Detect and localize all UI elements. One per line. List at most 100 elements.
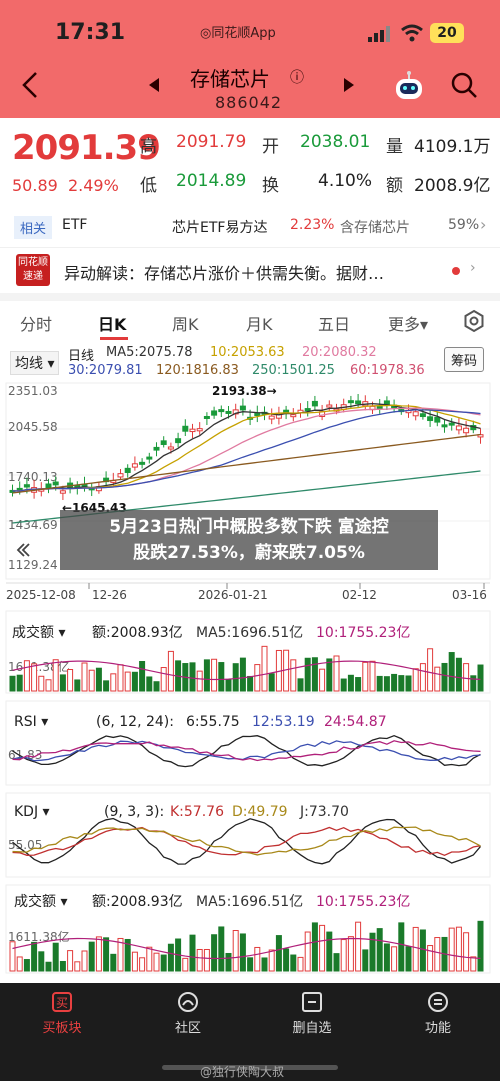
- volume2-amount: 额:2008.93亿: [92, 894, 183, 910]
- volume-bar: [211, 658, 218, 692]
- volume-bar: [9, 675, 16, 692]
- nav-remove-watchlist[interactable]: 删自选: [272, 991, 352, 1036]
- volume-indicator-selector[interactable]: 成交额 ▾: [12, 624, 65, 641]
- info-icon[interactable]: ⓘ: [290, 67, 304, 87]
- candle-body: [455, 425, 462, 431]
- nav-bar: 存储芯片 ⓘ 886042: [0, 55, 500, 115]
- search-icon[interactable]: [450, 71, 478, 99]
- candle-body: [182, 425, 189, 432]
- volume-bar: [362, 661, 369, 692]
- etf2-name[interactable]: 含存储芯片: [340, 217, 410, 237]
- volume2-bar: [398, 922, 405, 972]
- chart-settings-icon[interactable]: [462, 309, 486, 333]
- volume-bar: [45, 679, 52, 692]
- stock-name: 存储芯片: [190, 67, 270, 91]
- quote-value-volume: 4109.1万: [414, 137, 491, 157]
- volume2-bar: [95, 936, 102, 972]
- related-etf-row[interactable]: 相关 ETF 芯片ETF易方达 2.23% 含存储芯片 59% ›: [0, 208, 500, 244]
- news-logo-line1: 同花顺: [18, 257, 48, 268]
- volume-bar: [254, 664, 261, 692]
- tab-weekly-k[interactable]: 周K: [172, 311, 199, 335]
- rsi-6: 6:55.75: [186, 714, 240, 730]
- candle-body: [412, 411, 419, 417]
- section-divider: [0, 293, 500, 301]
- candle-body: [218, 409, 225, 413]
- kline-chart-area[interactable]: 均线 ▾ 日线 MA5:2075.78 10:2053.63 20:2080.3…: [0, 341, 500, 981]
- volume-bar: [117, 664, 124, 692]
- next-stock-icon[interactable]: [342, 77, 356, 93]
- news-overlay-banner[interactable]: 5月23日热门中概股多数下跌 富途控 股跌27.53%，蔚来跌7.05%: [60, 510, 438, 570]
- volume2-indicator-selector[interactable]: 成交额 ▾: [14, 893, 67, 910]
- news-ticker[interactable]: 同花顺 速递 异动解读：存储芯片涨价＋供需失衡。据财… ›: [0, 247, 500, 291]
- kdj-indicator-selector[interactable]: KDJ ▾: [14, 804, 50, 820]
- volume2-bar: [470, 956, 477, 972]
- volume2-bar: [297, 956, 304, 972]
- previous-stock-icon[interactable]: [147, 77, 161, 93]
- volume2-bar: [419, 929, 426, 972]
- home-indicator: [162, 1065, 338, 1070]
- ma10-line: [12, 404, 481, 492]
- nav-community[interactable]: 社区: [148, 991, 228, 1036]
- unread-dot-icon: [452, 267, 460, 275]
- robot-assistant-icon[interactable]: [393, 71, 425, 101]
- volume2-bar: [290, 954, 297, 972]
- tab-five-day[interactable]: 五日: [318, 311, 350, 335]
- volume2-bar: [203, 948, 210, 972]
- tab-intraday[interactable]: 分时: [20, 311, 52, 335]
- volume-bar: [67, 669, 74, 692]
- tab-more[interactable]: 更多▾: [388, 311, 428, 335]
- volume-bar: [355, 677, 362, 692]
- nav-function[interactable]: 功能: [398, 991, 478, 1036]
- collapse-arrow-icon[interactable]: [12, 539, 34, 561]
- tab-monthly-k[interactable]: 月K: [246, 311, 273, 335]
- period-tabs: 分时 日K 周K 月K 五日 更多▾: [0, 301, 500, 341]
- back-arrow-icon[interactable]: [20, 71, 40, 99]
- volume2-bar: [31, 941, 38, 972]
- quote-label-amount: 额: [386, 176, 403, 196]
- source-app-label[interactable]: ◎同花顺App: [200, 22, 276, 41]
- volume2-bar: [391, 946, 398, 972]
- volume2-bar: [67, 950, 74, 972]
- volume-bars: [9, 645, 484, 692]
- volume2-bar: [405, 946, 412, 972]
- rsi-indicator-selector[interactable]: RSI ▾: [14, 714, 48, 730]
- etf2-percent: 59%: [448, 217, 480, 233]
- volume-bar: [59, 674, 66, 692]
- overlay-line2: 股跌27.53%，蔚来跌7.05%: [133, 543, 365, 563]
- tab-daily-k[interactable]: 日K: [98, 311, 126, 335]
- news-more-arrow-icon[interactable]: ›: [470, 260, 476, 276]
- volume-bar: [88, 669, 95, 692]
- etf-name[interactable]: 芯片ETF易方达: [172, 217, 267, 237]
- candle-body: [225, 410, 232, 414]
- volume-bar: [383, 676, 390, 692]
- bottom-navigation: 买 买板块 社区 删自选 功能 @独行侠陶大叔: [0, 983, 500, 1081]
- volume-bar: [463, 663, 470, 692]
- buy-icon: 买: [52, 992, 72, 1012]
- volume-bar: [441, 662, 448, 692]
- rsi-params: (6, 12, 24):: [96, 714, 174, 730]
- candle-body: [355, 400, 362, 405]
- volume-bar: [131, 671, 138, 692]
- candle-body: [326, 404, 333, 408]
- community-icon: [178, 992, 198, 1012]
- volume2-bar: [23, 959, 30, 972]
- news-headline[interactable]: 异动解读：存储芯片涨价＋供需失衡。据财…: [64, 260, 384, 284]
- volume2-bar: [247, 957, 254, 972]
- volume2-bar: [182, 957, 189, 972]
- volume2-bar: [196, 948, 203, 972]
- ma5-line: [12, 402, 481, 492]
- etf-label: ETF: [62, 217, 88, 233]
- etf-more-arrow-icon[interactable]: ›: [480, 215, 486, 234]
- volume-bar: [167, 650, 174, 692]
- volume2-bar: [88, 941, 95, 972]
- y-tick-2: 1740.13: [8, 470, 58, 484]
- status-bar: 17:31 ◎同花顺App 20: [0, 0, 500, 60]
- candle-body: [146, 456, 153, 460]
- quote-panel: 2091.39 50.89 2.49% 高 2091.79 开 2038.01 …: [0, 118, 500, 206]
- volume-bar: [376, 675, 383, 692]
- candle-body: [254, 413, 261, 417]
- candle-body: [434, 416, 441, 423]
- kdj-lines: [12, 817, 481, 865]
- nav-buy[interactable]: 买 买板块: [22, 991, 102, 1036]
- signal-icon: [368, 26, 390, 42]
